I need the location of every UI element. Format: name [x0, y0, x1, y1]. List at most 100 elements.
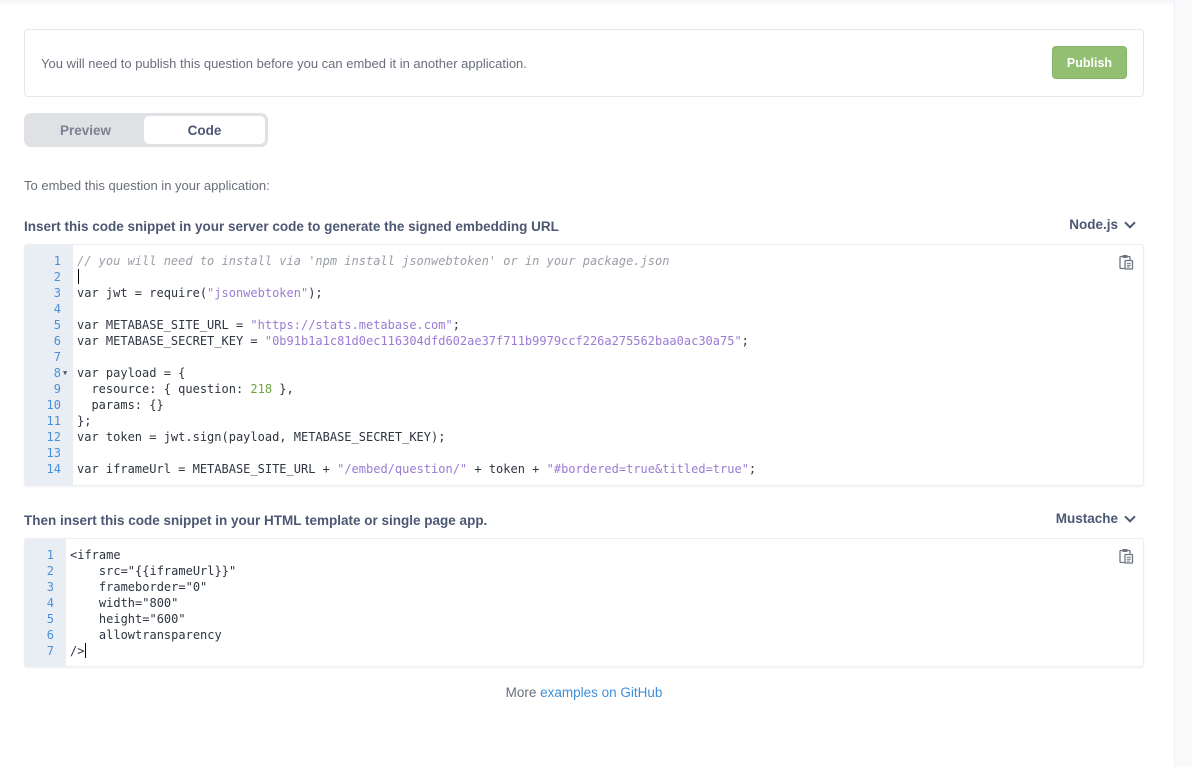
github-examples-link[interactable]: examples on GitHub	[540, 685, 662, 700]
code-token-string: "https://stats.metabase.com"	[250, 318, 453, 332]
code-lines: 1 // you will need to install via 'npm in…	[25, 253, 1143, 477]
code-text: params: {}	[77, 397, 164, 413]
code-line: 11};	[25, 413, 1143, 429]
code-text: width="800"	[70, 595, 178, 611]
code-token-plain: <iframe	[70, 548, 121, 562]
code-token-plain: var METABASE_SECRET_KEY =	[77, 334, 265, 348]
copy-icon[interactable]	[1118, 548, 1134, 564]
line-number: 6	[46, 628, 54, 642]
code-token-plain: },	[272, 382, 294, 396]
code-token-plain: allowtransparency	[70, 628, 222, 642]
code-line: 8 ▼ var payload = {	[25, 365, 1143, 381]
tab-code[interactable]: Code	[144, 116, 265, 144]
code-line: 5 height="600"	[25, 611, 1143, 627]
code-token-plain: );	[308, 286, 323, 300]
code-token-plain: + token +	[467, 462, 547, 476]
code-text: var token = jwt.sign(payload, METABASE_S…	[77, 429, 445, 445]
page-scrollbar[interactable]	[1174, 0, 1192, 767]
text-cursor	[78, 269, 79, 284]
chevron-down-icon	[1124, 510, 1136, 523]
line-number: 2	[46, 564, 54, 578]
code-token-string: "jsonwebtoken"	[207, 286, 309, 300]
code-line: 5 var METABASE_SITE_URL = "https://stats.…	[25, 317, 1143, 333]
code-token-plain: width="800"	[70, 596, 179, 610]
code-line: 3 var jwt = require("jsonwebtoken");	[25, 285, 1143, 301]
code-line: 12 var token = jwt.sign(payload, METABASE…	[25, 429, 1143, 445]
code-text: <iframe	[70, 547, 121, 563]
embed-instructions: To embed this question in your applicati…	[24, 178, 270, 193]
code-line: 7	[25, 349, 1143, 365]
code-text: allowtransparency	[70, 627, 222, 643]
code-line: 4	[25, 301, 1143, 317]
server-code-editor[interactable]: 1 // you will need to install via 'npm in…	[24, 244, 1144, 486]
server-language-value: Node.js	[1069, 217, 1118, 232]
code-token-plain: />	[70, 644, 85, 658]
top-shadow	[0, 0, 1174, 6]
line-number: 5	[53, 318, 61, 332]
code-text: };	[77, 413, 91, 429]
code-token-plain: ;	[748, 462, 757, 476]
footer-more-examples: More examples on GitHub	[0, 685, 1168, 700]
code-token-plain: ;	[452, 318, 460, 332]
chevron-down-icon	[1124, 216, 1136, 229]
code-token-plain: var iframeUrl = METABASE_SITE_URL +	[77, 462, 338, 476]
client-language-value: Mustache	[1055, 511, 1118, 526]
code-token-plain: params: {}	[77, 398, 164, 412]
code-token-plain: resource: { question:	[77, 382, 251, 396]
line-number: 5	[46, 612, 54, 626]
code-line: 13	[25, 445, 1143, 461]
code-token-number: 218	[250, 382, 273, 396]
fold-arrow-icon[interactable]: ▼	[63, 365, 67, 381]
line-number: 2	[53, 270, 61, 284]
code-text: var payload = {	[77, 365, 185, 381]
line-number: 13	[46, 446, 61, 460]
publish-notice: You will need to publish this question b…	[24, 29, 1144, 97]
copy-icon[interactable]	[1118, 254, 1134, 270]
code-line: 7 />	[25, 643, 1143, 659]
line-number: 4	[53, 302, 61, 316]
publish-notice-text: You will need to publish this question b…	[41, 56, 527, 71]
line-number: 3	[46, 580, 54, 594]
code-token-string: "0b91b1a1c81d0ec116304dfd602ae37f711b997…	[264, 334, 742, 348]
code-token-plain: ;	[741, 334, 749, 348]
line-number: 3	[53, 286, 61, 300]
code-line: 2 src="{{iframeUrl}}"	[25, 563, 1143, 579]
code-line: 1 <iframe	[25, 547, 1143, 563]
code-line: 2	[25, 269, 1143, 285]
line-number: 7	[46, 644, 54, 658]
line-number: 8	[53, 366, 61, 380]
footer-prefix: More	[505, 685, 541, 700]
code-line: 1 // you will need to install via 'npm in…	[25, 253, 1143, 269]
line-number: 11	[46, 414, 61, 428]
code-token-plain: };	[77, 414, 92, 428]
client-code-editor[interactable]: 1 <iframe 2 src="{{iframeUrl}}" 3 framebord…	[24, 538, 1144, 667]
client-code-label: Then insert this code snippet in your HT…	[24, 513, 488, 528]
code-line: 14 var iframeUrl = METABASE_SITE_URL + "/…	[25, 461, 1143, 477]
code-line: 9 resource: { question: 218 },	[25, 381, 1143, 397]
code-token-plain: frameborder="0"	[70, 580, 208, 594]
line-number: 12	[46, 430, 61, 444]
server-language-select[interactable]: Node.js	[1069, 216, 1136, 232]
code-line: 6 var METABASE_SECRET_KEY = "0b91b1a1c81d…	[25, 333, 1143, 349]
code-text: />	[70, 643, 84, 659]
line-number: 6	[53, 334, 61, 348]
code-lines: 1 <iframe 2 src="{{iframeUrl}}" 3 framebord…	[25, 547, 1143, 659]
code-text: var METABASE_SECRET_KEY = "0b91b1a1c81d0…	[77, 333, 749, 349]
code-text: var jwt = require("jsonwebtoken");	[77, 285, 323, 301]
tab-preview[interactable]: Preview	[27, 116, 144, 144]
code-token-plain: var METABASE_SITE_URL =	[77, 318, 251, 332]
publish-button[interactable]: Publish	[1052, 46, 1127, 79]
code-line: 3 frameborder="0"	[25, 579, 1143, 595]
code-text: frameborder="0"	[70, 579, 207, 595]
code-token-plain: var jwt = require(	[77, 286, 208, 300]
code-text: resource: { question: 218 },	[77, 381, 294, 397]
line-number: 7	[53, 350, 61, 364]
preview-code-toggle: Preview Code	[24, 113, 268, 147]
line-number: 4	[46, 596, 54, 610]
code-token-plain: var token = jwt.sign(payload, METABASE_S…	[77, 430, 446, 444]
line-number: 14	[46, 462, 61, 476]
code-line: 10 params: {}	[25, 397, 1143, 413]
client-language-select[interactable]: Mustache	[1055, 510, 1136, 526]
code-text: height="600"	[70, 611, 186, 627]
code-text: var METABASE_SITE_URL = "https://stats.m…	[77, 317, 460, 333]
